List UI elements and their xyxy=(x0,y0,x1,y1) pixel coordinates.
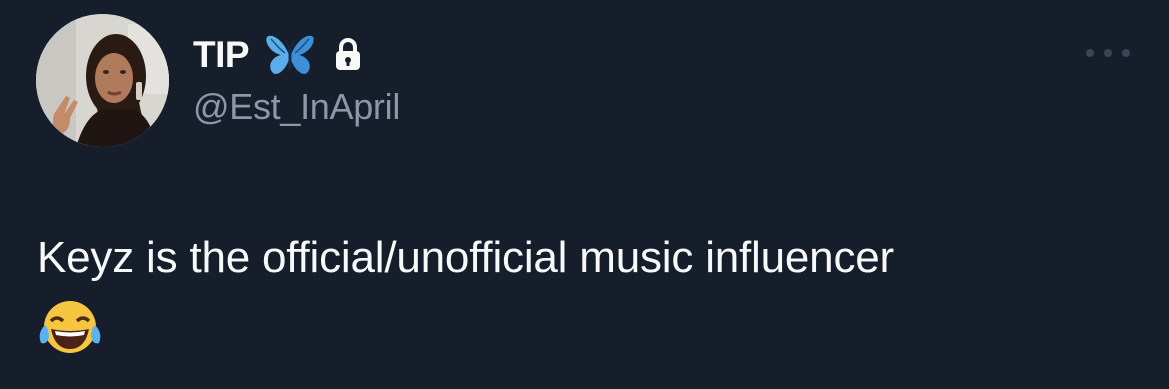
lock-icon xyxy=(333,37,363,73)
avatar-image xyxy=(36,14,169,147)
more-options-icon[interactable] xyxy=(1086,40,1130,66)
avatar[interactable] xyxy=(36,14,169,147)
more-dot xyxy=(1104,49,1112,57)
tweet-text: Keyz is the official/unofficial music in… xyxy=(37,233,894,282)
more-dot xyxy=(1086,49,1094,57)
display-name[interactable]: TIP xyxy=(193,34,250,76)
name-row: TIP xyxy=(193,30,363,80)
butterfly-icon xyxy=(265,33,315,77)
tweet-card: TIP @Est_InApril Keyz is the official/un… xyxy=(0,0,1169,389)
user-handle[interactable]: @Est_InApril xyxy=(193,86,400,128)
more-dot xyxy=(1122,49,1130,57)
face-with-tears-of-joy-emoji xyxy=(37,297,103,357)
